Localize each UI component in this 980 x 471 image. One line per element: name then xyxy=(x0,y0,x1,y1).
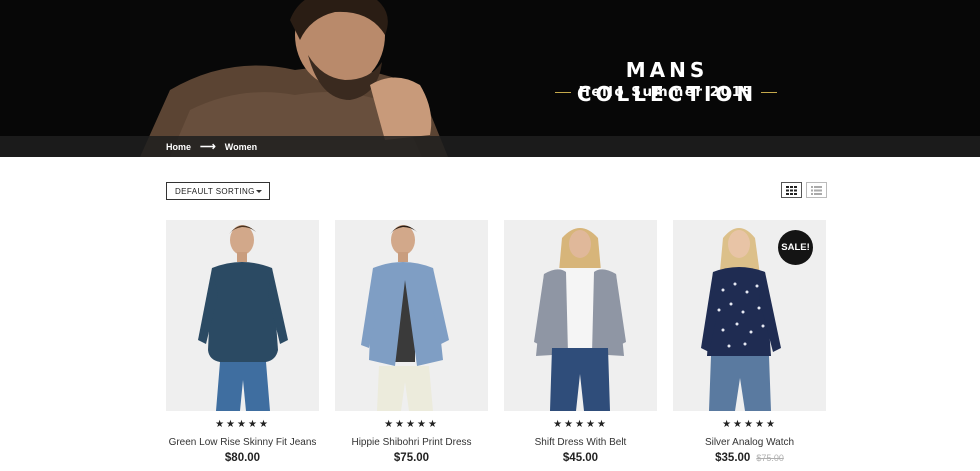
product-price: $35.00 $75.00 xyxy=(673,452,826,464)
list-view-button[interactable] xyxy=(806,182,827,198)
price-current: $75.00 xyxy=(393,452,430,464)
product-name[interactable]: Shift Dress With Belt xyxy=(504,437,657,448)
product-image[interactable] xyxy=(504,220,657,411)
arrow-right-icon: ⟶ xyxy=(200,140,216,153)
breadcrumb-home-link[interactable]: Home xyxy=(166,142,191,152)
subtitle-divider-right xyxy=(761,91,778,93)
price-old: $75.00 xyxy=(756,453,784,463)
product-price: $75.00 xyxy=(335,452,488,464)
product-image[interactable] xyxy=(166,220,319,411)
product-price: $45.00 xyxy=(504,452,657,464)
product-price: $80.00 xyxy=(166,452,319,464)
sort-select[interactable]: DEFAULT SORTING xyxy=(166,182,270,200)
product-name[interactable]: Hippie Shibohri Print Dress xyxy=(335,437,488,448)
caret-down-icon xyxy=(256,189,262,193)
sale-badge: SALE! xyxy=(778,230,813,265)
hero-subtitle-text: Hello Summer 2015 xyxy=(578,84,754,100)
product-card[interactable]: ★★★★★ Green Low Rise Skinny Fit Jeans $8… xyxy=(166,220,319,471)
price-current: $80.00 xyxy=(224,452,261,464)
list-view-icon xyxy=(811,185,822,195)
grid-view-button[interactable] xyxy=(781,182,802,198)
grid-view-icon xyxy=(786,185,797,195)
product-name[interactable]: Green Low Rise Skinny Fit Jeans xyxy=(166,437,319,448)
breadcrumb-current: Women xyxy=(224,141,258,152)
rating-stars: ★★★★★ xyxy=(215,419,270,430)
hero-subtitle: Hello Summer 2015 xyxy=(552,83,780,101)
product-card[interactable]: ★★★★★ Shift Dress With Belt $45.00 xyxy=(504,220,657,471)
price-current: $35.00 xyxy=(715,452,751,464)
rating-stars: ★★★★★ xyxy=(722,419,777,430)
product-name[interactable]: Silver Analog Watch xyxy=(673,437,826,448)
rating-stars: ★★★★★ xyxy=(384,419,439,430)
rating-stars: ★★★★★ xyxy=(553,419,608,430)
product-card[interactable]: ★★★★★ Hippie Shibohri Print Dress $75.00 xyxy=(335,220,488,471)
sort-select-label: DEFAULT SORTING xyxy=(175,186,255,196)
product-image[interactable]: SALE! xyxy=(673,220,826,411)
hero-model-image xyxy=(130,0,460,157)
subtitle-divider-left xyxy=(554,91,571,93)
breadcrumb-bar xyxy=(0,136,980,157)
product-card[interactable]: SALE! ★★★★★ Silver Analog Watch $35.00 $7… xyxy=(673,220,826,471)
price-current: $45.00 xyxy=(562,452,599,464)
hero-banner: MANS COLLECTION Hello Summer 2015 Home ⟶… xyxy=(0,0,980,157)
breadcrumb: Home ⟶ Women xyxy=(166,140,257,153)
product-image[interactable] xyxy=(335,220,488,411)
